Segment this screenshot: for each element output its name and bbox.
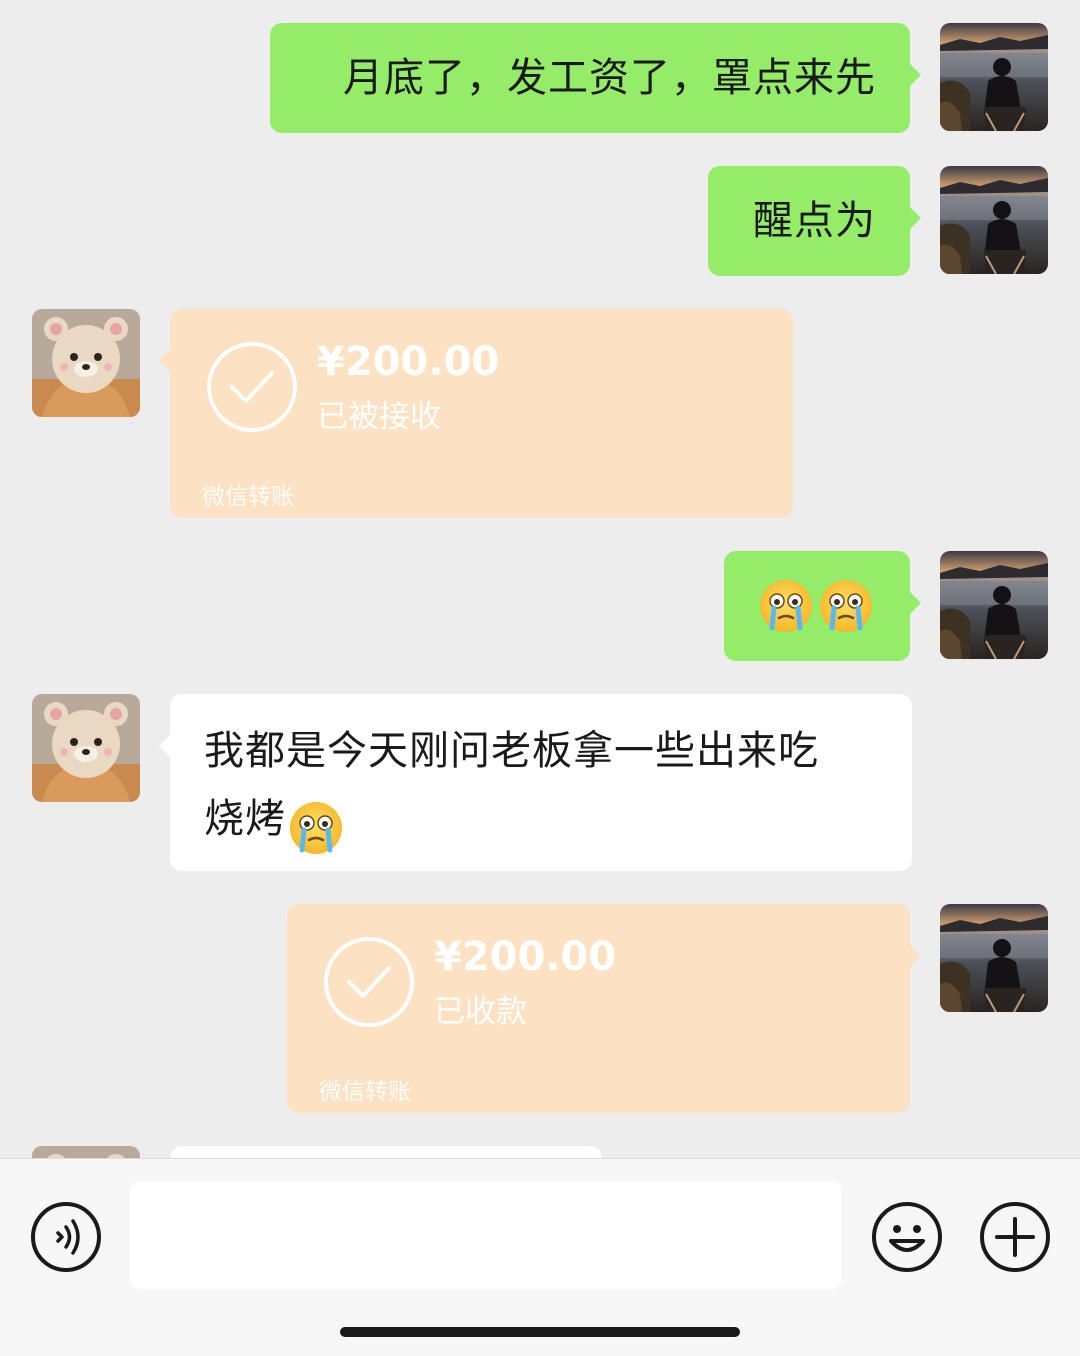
bubble-tail [909,206,921,230]
self-message-bubble[interactable]: 月底了，发工资了，罩点来先 [270,23,921,133]
check-circle-icon [206,341,298,433]
self-avatar[interactable] [940,23,1048,131]
message-input[interactable] [130,1181,842,1289]
message-text: 醒点为 [753,198,876,244]
bubble-tail [159,349,171,373]
message-text-line: 烧烤 [204,786,344,856]
transfer-card[interactable]: ¥200.00 已收款 微信转账 [287,904,921,1113]
transfer-footer-label: 微信转账 [202,484,294,510]
emoji-icon[interactable] [871,1201,943,1273]
contact-message-bubble[interactable] [170,1146,602,1158]
chat-area[interactable]: 月底了，发工资了，罩点来先 醒点为 ¥200.00 已被接收 微信转账 我都是今… [0,0,1080,1158]
bubble-tail [909,63,921,87]
contact-avatar[interactable] [32,1146,140,1158]
bubble-tail [159,734,171,758]
check-circle-icon [323,936,415,1028]
message-text: 烧烤 [204,796,286,842]
contact-message-bubble[interactable]: 我都是今天刚问老板拿一些出来吃 烧烤 [159,694,912,871]
crying-face-emoji-icon [818,578,874,634]
home-indicator[interactable] [340,1327,740,1337]
contact-avatar[interactable] [32,309,140,417]
crying-face-emoji-icon [288,800,344,856]
self-emoji-bubble[interactable] [724,551,921,661]
message-text: 月底了，发工资了，罩点来先 [343,55,876,101]
self-avatar[interactable] [940,166,1048,274]
voice-icon[interactable] [30,1201,102,1273]
transfer-amount: ¥200.00 [434,934,617,980]
transfer-status: 已收款 [434,994,527,1030]
plus-icon[interactable] [979,1201,1051,1273]
transfer-card[interactable]: ¥200.00 已被接收 微信转账 [159,309,793,518]
self-message-bubble[interactable]: 醒点为 [708,166,921,276]
self-avatar[interactable] [940,904,1048,1012]
transfer-amount: ¥200.00 [317,339,500,385]
bubble-tail [909,591,921,615]
message-text-line: 我都是今天刚问老板拿一些出来吃 [204,728,819,774]
bubble-tail [909,944,921,968]
crying-face-emoji-icon [758,578,814,634]
transfer-status: 已被接收 [317,399,441,435]
transfer-footer-label: 微信转账 [319,1079,411,1105]
contact-avatar[interactable] [32,694,140,802]
self-avatar[interactable] [940,551,1048,659]
